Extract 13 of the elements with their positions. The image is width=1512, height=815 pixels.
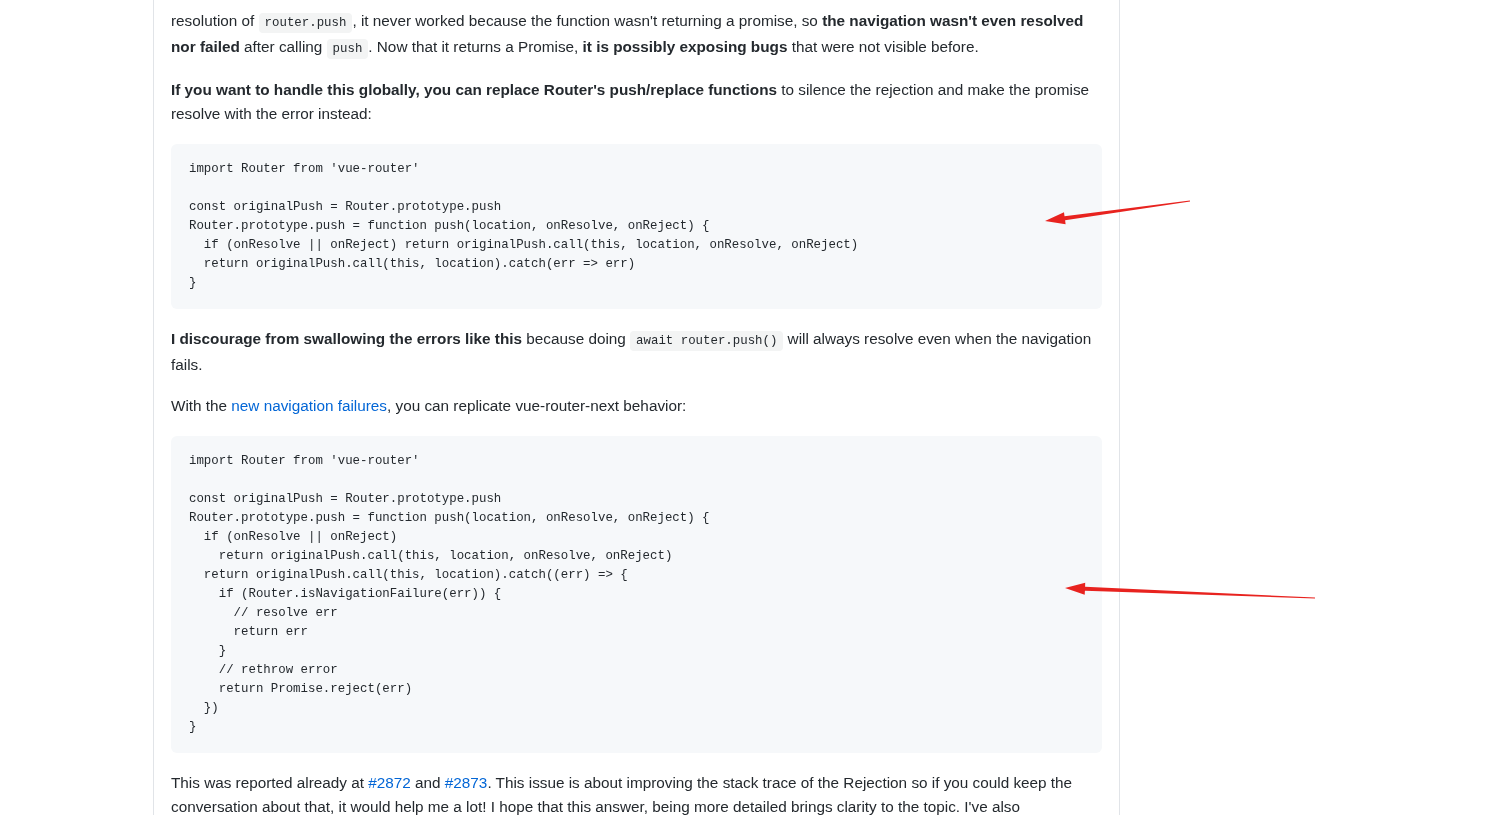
link[interactable]: new navigation failures bbox=[231, 397, 387, 414]
code-block: import Router from 'vue-router' const originalPush = Router.prototype.push Router.prototype.push = function push(location, onResolve, onReject) { if (onResolve || onReject) return originalPush.call(this, location, onResolve, onReject) return originalPush.call(this, location).catch((err) => { if (Router.isNavigationFailure(err)) { // resolve err return err } // rethrow error return Promise.reject(err) }) } bbox=[171, 436, 1102, 753]
paragraph: I discourage from swallowing the errors like this because doing await router.push() will always resolve even when the navigation fails. bbox=[171, 329, 1093, 375]
paragraph: If you want to handle this globally, you can replace Router's push/replace functions to silence the rejection and make the promise resolve with the error instead: bbox=[171, 80, 1091, 124]
code-block: import Router from 'vue-router' const originalPush = Router.prototype.push Router.prototype.push = function push(location, onResolve, onReject) { if (onResolve || onReject) return originalPush.call(this, location, onResolve, onReject) return originalPush.call(this, location).catch(err => err) } bbox=[171, 144, 1102, 309]
paragraph: resolution of router.push , it never worked because the function wasn't returning a promise, so the navigation wasn't even resolved nor failed after calling push . Now that it returns a Promise, it is possibly exposing bugs that were not visible before. bbox=[171, 9, 1102, 61]
inline-code: push bbox=[326, 39, 369, 59]
inline-code: router.push bbox=[258, 13, 353, 33]
inline-code: await router.push() bbox=[630, 331, 784, 351]
paragraph: This was reported already at #2872 and #2873. This issue is about improving the stack trace of the Rejection so if you could keep the conversation about that, it would help me a lot! I hope that this answer, being more detailed brings clarity to the topic. I've also bbox=[171, 773, 1074, 815]
paragraph: With the new navigation failures, you can replicate vue-router-next behavior: bbox=[171, 396, 688, 416]
link[interactable]: #2872 bbox=[368, 774, 411, 791]
link[interactable]: #2873 bbox=[444, 774, 488, 791]
